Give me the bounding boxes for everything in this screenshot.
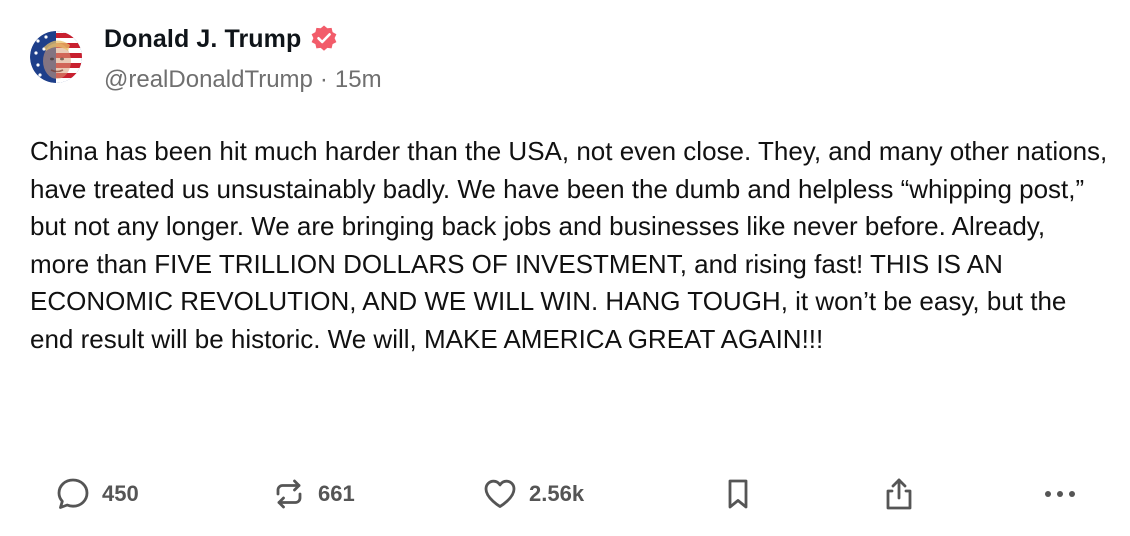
more-options-button[interactable] (1040, 470, 1080, 518)
verified-badge-icon (309, 24, 339, 54)
author-name-row: Donald J. Trump (104, 22, 339, 56)
meta-separator: · (319, 66, 328, 93)
repost-button[interactable]: 661 (270, 470, 355, 518)
post-card: Donald J. Trump @realDonaldTrump · 15m C… (0, 0, 1130, 536)
more-icon (1045, 491, 1075, 497)
reply-button[interactable]: 450 (54, 470, 139, 518)
bookmark-button[interactable] (719, 470, 757, 518)
action-bar: 450 661 2.56k (0, 470, 1130, 518)
heart-icon (484, 479, 516, 508)
like-button[interactable]: 2.56k (481, 470, 584, 518)
repost-icon (276, 479, 302, 509)
reply-count: 450 (102, 481, 139, 506)
reply-icon (57, 478, 89, 509)
post-body-text: China has been hit much harder than the … (30, 136, 1108, 354)
post-timestamp[interactable]: 15m (335, 66, 382, 94)
author-display-name[interactable]: Donald J. Trump (104, 25, 301, 54)
share-button[interactable] (880, 470, 918, 518)
author-meta-row: @realDonaldTrump · 15m (104, 66, 382, 94)
bookmark-icon (728, 479, 748, 509)
author-handle[interactable]: @realDonaldTrump (104, 66, 313, 94)
like-count: 2.56k (529, 481, 585, 506)
share-icon (886, 478, 912, 510)
avatar[interactable] (30, 31, 82, 83)
repost-count: 661 (318, 481, 355, 506)
